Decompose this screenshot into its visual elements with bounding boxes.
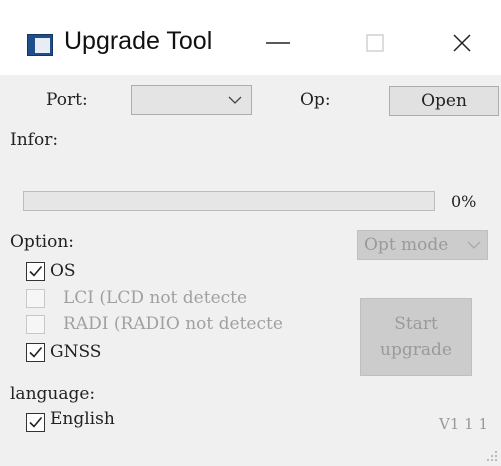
start-upgrade-label-line1: Start — [394, 314, 438, 334]
app-window-icon — [27, 34, 53, 56]
close-icon — [453, 34, 471, 52]
open-button[interactable]: Open — [389, 86, 499, 116]
english-checkbox[interactable] — [26, 413, 45, 432]
maximize-icon — [366, 34, 384, 52]
english-checkbox-label: English — [50, 409, 115, 429]
language-label: language: — [10, 384, 96, 404]
opt-mode-select[interactable]: Opt mode — [357, 230, 488, 260]
close-button[interactable] — [442, 22, 482, 64]
opt-mode-value: Opt mode — [364, 235, 449, 255]
maximize-button[interactable] — [355, 22, 395, 64]
checkmark-icon — [29, 416, 43, 428]
start-upgrade-label-line2: upgrade — [380, 340, 452, 360]
minimize-button[interactable] — [258, 22, 298, 64]
checkmark-icon — [29, 346, 43, 358]
option-label: Option: — [10, 232, 74, 252]
window-title: Upgrade Tool — [64, 27, 213, 55]
port-label: Port: — [46, 90, 88, 110]
lci-checkbox-label: LCI (LCD not detecte — [63, 288, 248, 308]
upgrade-progress-bar — [23, 191, 435, 211]
chevron-down-icon — [228, 96, 242, 104]
os-checkbox-label: OS — [50, 261, 76, 281]
start-upgrade-button[interactable]: Start upgrade — [360, 298, 472, 376]
port-select[interactable] — [131, 85, 252, 115]
chevron-down-icon — [467, 241, 481, 249]
radi-checkbox[interactable] — [26, 315, 45, 334]
progress-percent: 0% — [451, 192, 477, 211]
gnss-checkbox-label: GNSS — [50, 342, 102, 362]
lci-checkbox[interactable] — [26, 289, 45, 308]
radi-checkbox-label: RADI (RADIO not detecte — [63, 314, 283, 334]
gnss-checkbox[interactable] — [26, 343, 45, 362]
op-label: Op: — [300, 90, 331, 110]
info-label: Infor: — [10, 130, 59, 150]
minimize-icon — [266, 42, 290, 44]
os-checkbox[interactable] — [26, 262, 45, 281]
resize-grip-icon[interactable] — [484, 447, 498, 461]
checkmark-icon — [29, 265, 43, 277]
version-label: V1 1 1 — [439, 415, 488, 433]
